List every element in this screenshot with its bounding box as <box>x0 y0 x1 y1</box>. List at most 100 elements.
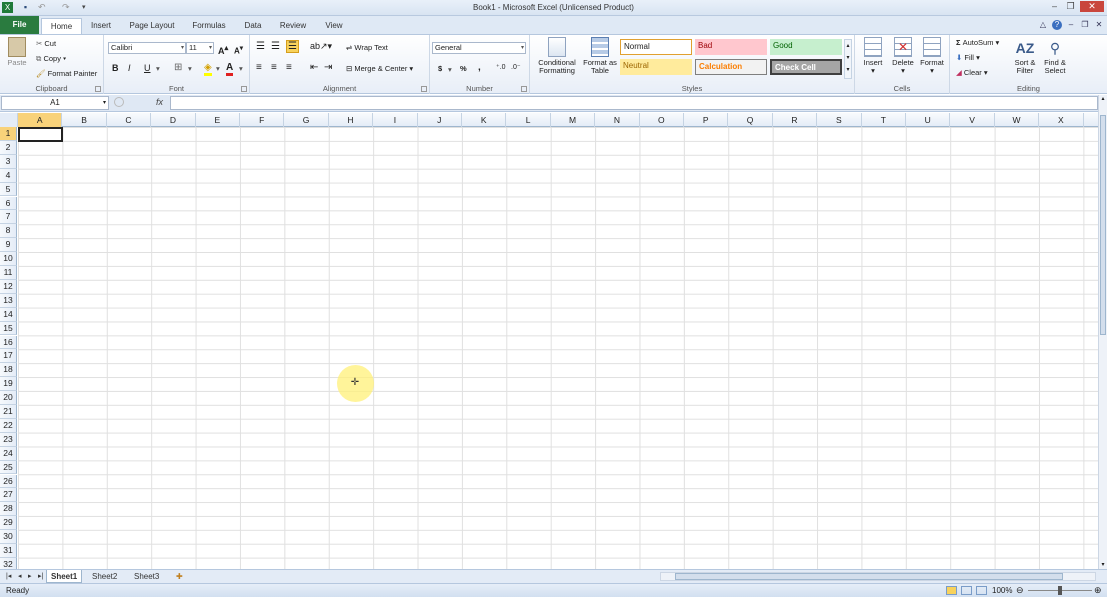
sheet-tab[interactable]: Sheet3 <box>130 570 163 583</box>
column-header[interactable]: E <box>196 113 240 127</box>
zoom-out-icon[interactable]: ⊖ <box>1016 585 1024 596</box>
row-header[interactable]: 28 <box>0 502 17 517</box>
tab-formulas[interactable]: Formulas <box>190 18 228 34</box>
orientation-icon[interactable]: ab↗▾ <box>310 41 332 52</box>
column-header[interactable]: C <box>107 113 152 127</box>
borders-icon[interactable]: ⊞ <box>174 62 182 73</box>
column-header[interactable]: G <box>284 113 329 127</box>
name-box[interactable]: A1 ▾ <box>1 96 109 110</box>
row-header[interactable]: 15 <box>0 321 17 336</box>
column-header[interactable]: V <box>950 113 995 127</box>
row-header[interactable]: 10 <box>0 252 17 266</box>
column-header[interactable]: P <box>684 113 729 127</box>
style-check-cell[interactable]: Check Cell <box>770 59 842 75</box>
bottom-align-icon[interactable]: ☰ <box>286 40 299 53</box>
row-header[interactable]: 24 <box>0 446 17 461</box>
select-all-corner[interactable] <box>0 113 18 127</box>
close-icon[interactable]: ✕ <box>1080 1 1104 12</box>
format-as-table-button[interactable]: Format as Table <box>582 37 618 75</box>
column-header[interactable]: B <box>62 113 107 127</box>
row-header[interactable]: 7 <box>0 210 17 225</box>
row-header[interactable]: 9 <box>0 238 17 253</box>
column-header[interactable]: W <box>995 113 1040 127</box>
fill-button[interactable]: ⬇ Fill ▾ <box>956 53 980 62</box>
row-header[interactable]: 21 <box>0 405 17 419</box>
row-header[interactable]: 3 <box>0 154 17 169</box>
zoom-slider-thumb[interactable] <box>1058 586 1062 595</box>
restore-icon[interactable]: ❐ <box>1064 1 1077 12</box>
tab-view[interactable]: View <box>322 18 346 34</box>
row-header[interactable]: 12 <box>0 279 17 294</box>
find-select-button[interactable]: ⚲ Find & Select <box>1040 37 1070 75</box>
column-header[interactable]: N <box>595 113 640 127</box>
column-header[interactable]: H <box>329 113 374 127</box>
column-header[interactable]: R <box>773 113 818 127</box>
vertical-scrollbar[interactable]: ▴ ▾ <box>1098 95 1107 569</box>
column-header[interactable]: L <box>506 113 551 127</box>
format-painter-button[interactable]: 🖌 Format Painter <box>36 69 97 78</box>
row-header[interactable]: 17 <box>0 349 17 364</box>
increase-decimal-icon[interactable]: ⁺.0 <box>496 63 506 71</box>
row-header[interactable]: 19 <box>0 377 17 392</box>
clear-button[interactable]: ◢ Clear ▾ <box>956 68 988 77</box>
column-header[interactable]: D <box>151 113 196 127</box>
chevron-down-icon[interactable]: ▾ <box>448 65 452 74</box>
merge-center-button[interactable]: ⊟ Merge & Center ▾ <box>346 64 413 73</box>
font-size-combo[interactable]: 11 ▾ <box>186 42 214 54</box>
column-header[interactable]: F <box>240 113 285 127</box>
row-header[interactable]: 26 <box>0 474 17 489</box>
clipboard-launcher-icon[interactable] <box>95 86 101 92</box>
decrease-decimal-icon[interactable]: .0⁻ <box>511 63 521 71</box>
column-header[interactable]: M <box>551 113 596 127</box>
fill-color-icon[interactable]: ◈ <box>204 62 212 76</box>
chevron-down-icon[interactable]: ▾ <box>156 64 160 73</box>
row-header[interactable]: 31 <box>0 544 17 558</box>
number-format-combo[interactable]: General ▾ <box>432 42 526 54</box>
bold-button[interactable]: B <box>112 63 119 73</box>
comma-button[interactable]: , <box>478 62 481 73</box>
middle-align-icon[interactable]: ☰ <box>271 41 280 52</box>
column-header[interactable]: S <box>817 113 862 127</box>
workbook-restore-icon[interactable]: ❐ <box>1080 20 1090 30</box>
workbook-minimize-icon[interactable]: – <box>1066 20 1076 30</box>
workbook-close-icon[interactable]: ✕ <box>1094 20 1104 30</box>
column-header[interactable]: A <box>18 113 63 127</box>
row-header[interactable]: 11 <box>0 266 17 280</box>
increase-indent-icon[interactable]: ⇥ <box>324 62 332 73</box>
top-align-icon[interactable]: ☰ <box>256 41 265 52</box>
row-header[interactable]: 5 <box>0 182 17 197</box>
underline-button[interactable]: U <box>144 63 151 73</box>
row-header[interactable]: 2 <box>0 140 17 155</box>
active-cell[interactable] <box>18 127 63 142</box>
scroll-thumb[interactable] <box>1100 115 1106 335</box>
styles-scroll[interactable]: ▴ ▾ ▾ <box>844 39 852 79</box>
row-header[interactable]: 1 <box>0 127 17 141</box>
font-name-combo[interactable]: Calibri ▾ <box>108 42 186 54</box>
row-header[interactable]: 27 <box>0 488 17 503</box>
zoom-in-icon[interactable]: ⊕ <box>1094 585 1102 596</box>
grow-font-icon[interactable]: A▴ <box>218 43 228 56</box>
paste-button[interactable]: Paste <box>4 37 30 67</box>
insert-cells-button[interactable]: Insert ▾ <box>859 37 887 75</box>
minimize-icon[interactable]: – <box>1048 1 1061 12</box>
page-break-view-icon[interactable] <box>976 586 987 595</box>
alignment-launcher-icon[interactable] <box>421 86 427 92</box>
horizontal-scrollbar[interactable] <box>660 572 1096 581</box>
zoom-level[interactable]: 100% <box>992 586 1012 595</box>
align-left-icon[interactable]: ≡ <box>256 62 262 73</box>
row-header[interactable]: 22 <box>0 418 17 433</box>
scroll-down-icon[interactable]: ▾ <box>1099 561 1107 569</box>
column-header[interactable]: I <box>373 113 418 127</box>
style-good[interactable]: Good <box>770 39 842 55</box>
chevron-down-icon[interactable]: ▾ <box>188 64 192 73</box>
row-header[interactable]: 14 <box>0 307 17 322</box>
column-header[interactable]: Q <box>728 113 773 127</box>
row-header[interactable]: 16 <box>0 335 17 350</box>
chevron-down-icon[interactable]: ▾ <box>239 64 243 73</box>
h-scroll-thumb[interactable] <box>675 573 1063 580</box>
shrink-font-icon[interactable]: A▾ <box>234 44 243 56</box>
conditional-formatting-button[interactable]: Conditional Formatting <box>532 37 582 75</box>
insert-sheet-icon[interactable]: ✚ <box>172 570 187 583</box>
row-header[interactable]: 6 <box>0 196 17 211</box>
cut-button[interactable]: ✂ Cut <box>36 39 56 48</box>
